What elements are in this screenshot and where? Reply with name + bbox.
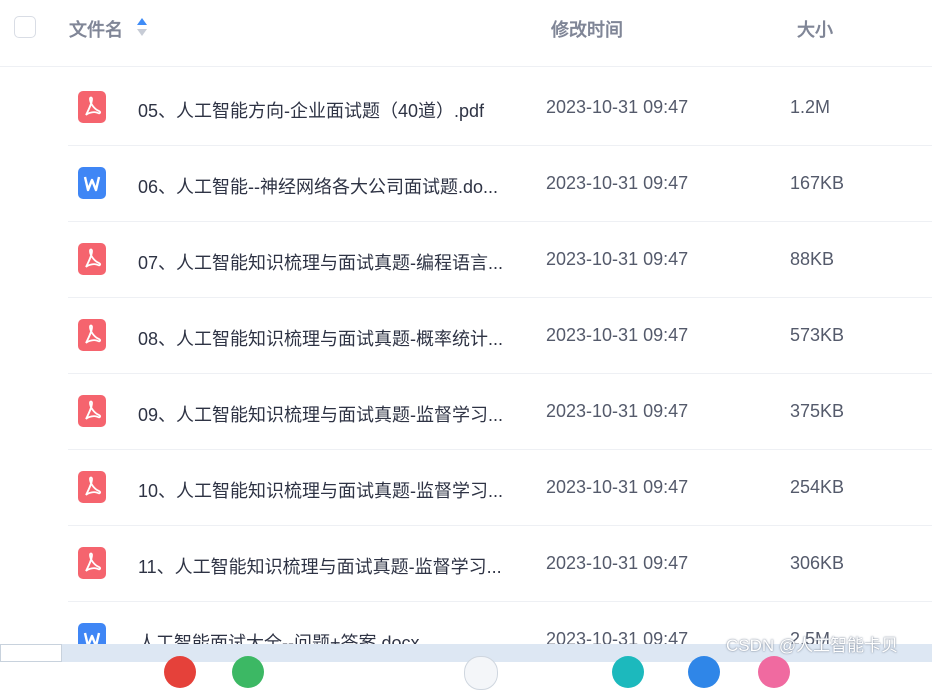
file-row[interactable]: 06、人工智能--神经网络各大公司面试题.do... 2023-10-31 09… xyxy=(68,145,932,222)
pdf-icon xyxy=(78,91,106,123)
taskbar-app-icon[interactable] xyxy=(464,656,498,690)
taskbar-app-icon[interactable] xyxy=(688,656,720,688)
column-header-size[interactable]: 大小 xyxy=(797,16,833,42)
file-list-header: 文件名 修改时间 大小 xyxy=(0,0,932,67)
file-size: 254KB xyxy=(790,477,845,497)
file-name[interactable]: 07、人工智能知识梳理与面试真题-编程语言... xyxy=(138,249,513,275)
file-modified-time: 2023-10-31 09:47 xyxy=(546,173,689,193)
file-size: 167KB xyxy=(790,173,845,193)
pdf-icon xyxy=(78,395,106,427)
pdf-icon xyxy=(78,243,106,275)
pdf-icon xyxy=(78,471,106,503)
taskbar-app-icon[interactable] xyxy=(164,656,196,688)
taskbar-button[interactable] xyxy=(0,644,62,662)
file-row[interactable]: 10、人工智能知识梳理与面试真题-监督学习... 2023-10-31 09:4… xyxy=(68,449,932,526)
file-row[interactable]: 08、人工智能知识梳理与面试真题-概率统计... 2023-10-31 09:4… xyxy=(68,297,932,374)
pdf-icon xyxy=(78,319,106,351)
file-modified-time: 2023-10-31 09:47 xyxy=(546,401,689,421)
file-row[interactable]: 05、人工智能方向-企业面试题（40道）.pdf 2023-10-31 09:4… xyxy=(68,69,932,146)
file-modified-time: 2023-10-31 09:47 xyxy=(546,97,689,117)
file-size: 306KB xyxy=(790,553,845,573)
file-row[interactable]: 09、人工智能知识梳理与面试真题-监督学习... 2023-10-31 09:4… xyxy=(68,373,932,450)
file-modified-time: 2023-10-31 09:47 xyxy=(546,325,689,345)
sort-icon[interactable] xyxy=(136,17,148,37)
file-row[interactable]: 07、人工智能知识梳理与面试真题-编程语言... 2023-10-31 09:4… xyxy=(68,221,932,298)
file-name[interactable]: 09、人工智能知识梳理与面试真题-监督学习... xyxy=(138,401,513,427)
file-size: 88KB xyxy=(790,249,835,269)
file-name[interactable]: 06、人工智能--神经网络各大公司面试题.do... xyxy=(138,173,513,199)
watermark: CSDN @人工智能卡贝 xyxy=(726,636,899,655)
file-name[interactable]: 05、人工智能方向-企业面试题（40道）.pdf xyxy=(138,97,513,123)
taskbar-app-icon[interactable] xyxy=(612,656,644,688)
pdf-icon xyxy=(78,547,106,579)
column-header-name[interactable]: 文件名 xyxy=(69,16,123,42)
word-icon xyxy=(78,167,106,199)
file-row[interactable]: 11、人工智能知识梳理与面试真题-监督学习... 2023-10-31 09:4… xyxy=(68,525,932,602)
file-size: 1.2M xyxy=(790,97,831,117)
taskbar-app-icon[interactable] xyxy=(758,656,790,688)
file-size: 375KB xyxy=(790,401,845,421)
file-modified-time: 2023-10-31 09:47 xyxy=(546,553,689,573)
taskbar-app-icon[interactable] xyxy=(232,656,264,688)
file-name[interactable]: 11、人工智能知识梳理与面试真题-监督学习... xyxy=(138,553,513,579)
file-size: 573KB xyxy=(790,325,845,345)
file-name[interactable]: 08、人工智能知识梳理与面试真题-概率统计... xyxy=(138,325,513,351)
file-modified-time: 2023-10-31 09:47 xyxy=(546,249,689,269)
select-all-checkbox[interactable] xyxy=(14,16,36,38)
file-name[interactable]: 10、人工智能知识梳理与面试真题-监督学习... xyxy=(138,477,513,503)
column-header-modified[interactable]: 修改时间 xyxy=(551,16,623,42)
file-modified-time: 2023-10-31 09:47 xyxy=(546,477,689,497)
